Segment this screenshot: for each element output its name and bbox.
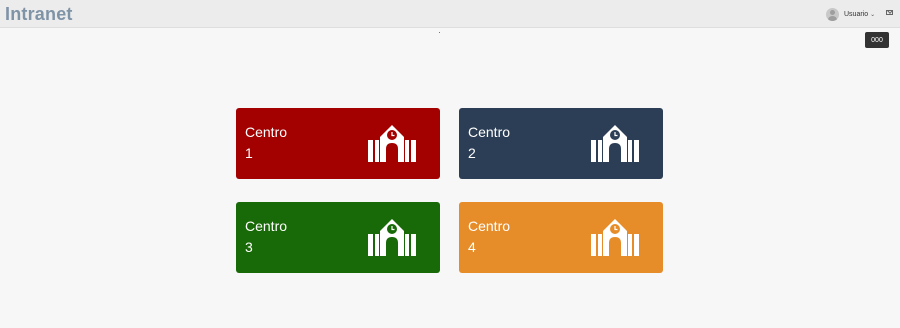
school-building-icon	[368, 219, 416, 256]
card-title: Centro	[468, 218, 511, 234]
centro-card-1[interactable]: Centro 1	[236, 108, 440, 179]
card-title: Centro	[245, 218, 288, 234]
school-building-icon	[591, 219, 639, 256]
chevron-down-icon: ⌄	[870, 11, 876, 18]
school-building-icon	[591, 125, 639, 162]
envelope-icon[interactable]	[886, 10, 893, 15]
card-number: 2	[468, 145, 476, 161]
card-title: Centro	[468, 124, 511, 140]
notification-tooltip: 000	[865, 32, 889, 48]
centro-card-3[interactable]: Centro 3	[236, 202, 440, 273]
card-title: Centro	[245, 124, 288, 140]
user-menu[interactable]: Usuario ⌄	[826, 7, 875, 21]
card-number: 3	[245, 239, 253, 255]
top-navbar: Intranet Usuario ⌄	[0, 0, 900, 28]
centro-card-4[interactable]: Centro 4	[459, 202, 663, 273]
centro-card-2[interactable]: Centro 2	[459, 108, 663, 179]
school-building-icon	[368, 125, 416, 162]
user-name: Usuario	[844, 10, 869, 18]
card-number: 1	[245, 145, 253, 161]
center-marker	[439, 32, 440, 33]
user-avatar-icon	[826, 7, 839, 21]
card-number: 4	[468, 239, 476, 255]
brand-logo-text[interactable]: Intranet	[5, 4, 73, 25]
